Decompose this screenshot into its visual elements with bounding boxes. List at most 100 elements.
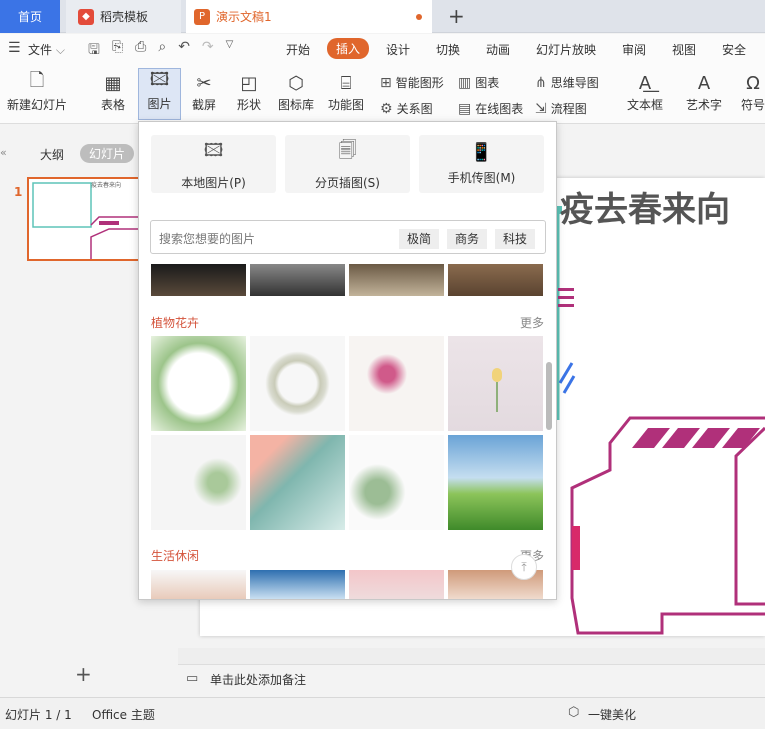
presentation-file-icon: P — [194, 8, 210, 25]
picture-button[interactable]: 🖾 图片 — [138, 68, 181, 120]
customize-chevron-icon[interactable]: ▽ — [226, 39, 234, 63]
function-chart-icon: ⌸ — [340, 72, 352, 94]
more-plants-link[interactable]: 更多 — [520, 314, 544, 331]
svg-text:疫去春来向: 疫去春来向 — [91, 181, 121, 189]
notes-icon: ▭ — [186, 671, 199, 686]
outline-tab[interactable]: 大纲 — [40, 146, 64, 163]
picture-thumb[interactable] — [448, 336, 543, 431]
picture-thumb[interactable] — [349, 264, 444, 296]
mindmap-button[interactable]: ⋔ 思维导图 — [535, 74, 599, 91]
icon-library-button[interactable]: ⬡ 图标库 — [275, 70, 317, 113]
textbox-button[interactable]: A͟ 文本框 — [622, 70, 668, 113]
back-to-top-icon[interactable]: ⤒ — [511, 554, 537, 580]
function-chart-button[interactable]: ⌸ 功能图 — [323, 70, 369, 113]
omega-symbol-icon: Ω — [746, 72, 760, 94]
smart-shape-button[interactable]: ⊞ 智能图形 — [380, 74, 444, 91]
picture-thumb[interactable] — [151, 435, 246, 530]
menu-transition[interactable]: 切换 — [436, 41, 460, 58]
symbol-button[interactable]: Ω 符号 — [738, 70, 765, 113]
tab-home-label: 首页 — [17, 10, 42, 24]
save-icon[interactable]: 🖫 — [88, 39, 100, 63]
flowchart-button[interactable]: ⇲ 流程图 — [535, 100, 587, 117]
paged-insert-button[interactable]: 🗐 分页插图(S) — [285, 135, 410, 193]
picture-thumb[interactable] — [151, 264, 246, 296]
table-icon: ▦ — [104, 72, 122, 94]
export-icon[interactable]: ⎘ — [112, 39, 123, 63]
slide-thumbnail[interactable]: 疫去春来向 — [27, 177, 142, 261]
picture-thumb[interactable] — [250, 570, 345, 599]
picture-thumb[interactable] — [151, 336, 246, 431]
add-slide-icon[interactable]: + — [75, 662, 92, 686]
hamburger-menu-icon[interactable]: ☰ — [8, 40, 21, 56]
local-picture-icon: 🖾 — [203, 139, 224, 161]
screenshot-icon: ✂ — [196, 72, 212, 94]
picture-thumb[interactable] — [250, 435, 345, 530]
print-preview-icon[interactable]: ⌕ — [158, 39, 166, 63]
flowchart-icon: ⇲ — [535, 100, 547, 117]
icon-library-icon: ⬡ — [288, 72, 304, 94]
menu-slideshow[interactable]: 幻灯片放映 — [536, 41, 596, 58]
tag-technology[interactable]: 科技 — [495, 229, 536, 249]
picture-thumb[interactable] — [250, 264, 345, 296]
picture-search-field[interactable]: 搜索您想要的图片 极简 商务 科技 — [150, 220, 546, 254]
shape-button[interactable]: ◰ 形状 — [229, 70, 269, 113]
unsaved-dot-icon — [416, 14, 422, 20]
new-slide-icon: 🗋 — [29, 70, 45, 91]
picture-thumb[interactable] — [151, 570, 246, 599]
art-text-icon: A — [697, 72, 711, 94]
notes-placeholder[interactable]: 单击此处添加备注 — [210, 671, 306, 688]
slide-title[interactable]: 疫去春来向 — [560, 182, 730, 231]
picture-dropdown-panel: 🖾 本地图片(P) 🗐 分页插图(S) 📱 手机传图(M) 搜索您想要的图片 极… — [138, 121, 557, 600]
table-button[interactable]: ▦ 表格 — [93, 70, 133, 113]
menu-start[interactable]: 开始 — [286, 41, 310, 58]
undo-icon[interactable]: ↶ — [178, 39, 190, 63]
phone-upload-button[interactable]: 📱 手机传图(M) — [419, 135, 544, 193]
menu-view[interactable]: 视图 — [672, 41, 696, 58]
slide-number: 1 — [14, 185, 23, 199]
tab-template[interactable]: ◆ 稻壳模板 — [66, 0, 181, 33]
paged-insert-icon: 🗐 — [338, 139, 357, 161]
menu-security[interactable]: 安全 — [722, 41, 746, 58]
print-icon[interactable]: ⎙ — [135, 39, 146, 63]
picture-thumb[interactable] — [250, 336, 345, 431]
chart-button[interactable]: ▥ 图表 — [458, 74, 499, 91]
smart-shape-icon: ⊞ — [380, 74, 392, 91]
panel-scrollbar[interactable] — [546, 362, 552, 430]
tab-document-label: 演示文稿1 — [216, 10, 272, 24]
online-chart-button[interactable]: ▤ 在线图表 — [458, 100, 523, 117]
status-bar: 幻灯片 1 / 1 Office 主题 ⬡ 一键美化 — [0, 697, 765, 729]
tab-template-label: 稻壳模板 — [100, 10, 149, 24]
tab-document[interactable]: P 演示文稿1 — [186, 0, 432, 33]
docer-logo-icon: ◆ — [78, 8, 94, 25]
tag-minimal[interactable]: 极简 — [399, 229, 440, 249]
art-text-button[interactable]: A 艺术字 — [679, 70, 729, 113]
picture-thumb[interactable] — [349, 435, 444, 530]
picture-search-input[interactable]: 搜索您想要的图片 — [159, 230, 255, 247]
relation-chart-icon: ⚙ — [380, 100, 393, 117]
collapse-panel-icon[interactable]: « — [0, 146, 7, 159]
slide-counter: 幻灯片 1 / 1 — [5, 708, 72, 722]
picture-thumb[interactable] — [349, 570, 444, 599]
local-picture-button[interactable]: 🖾 本地图片(P) — [151, 135, 276, 193]
slides-tab[interactable]: 幻灯片 — [80, 144, 135, 163]
new-tab-plus-icon[interactable]: + — [448, 4, 465, 28]
redo-icon[interactable]: ↷ — [202, 39, 214, 63]
picture-thumb[interactable] — [448, 264, 543, 296]
notes-bar[interactable]: ▭ 单击此处添加备注 — [178, 664, 765, 694]
picture-thumb[interactable] — [448, 435, 543, 530]
beautify-button[interactable]: 一键美化 — [588, 706, 636, 723]
new-slide-button[interactable]: 🗋 新建幻灯片 — [4, 70, 70, 113]
menu-review[interactable]: 审阅 — [622, 41, 646, 58]
menu-insert[interactable]: 插入 — [327, 38, 370, 59]
relation-chart-button[interactable]: ⚙ 关系图 — [380, 100, 433, 117]
horizontal-scrollbar[interactable] — [178, 648, 765, 664]
textbox-icon: A͟ — [638, 72, 652, 94]
bar-chart-icon: ▥ — [458, 74, 472, 91]
file-menu[interactable]: 文件 ⌵ — [28, 41, 65, 58]
tab-home[interactable]: 首页 — [0, 0, 60, 33]
tag-business[interactable]: 商务 — [447, 229, 488, 249]
menu-animation[interactable]: 动画 — [486, 41, 510, 58]
menu-design[interactable]: 设计 — [386, 41, 410, 58]
picture-thumb[interactable] — [349, 336, 444, 431]
screenshot-button[interactable]: ✂ 截屏 — [184, 70, 224, 113]
